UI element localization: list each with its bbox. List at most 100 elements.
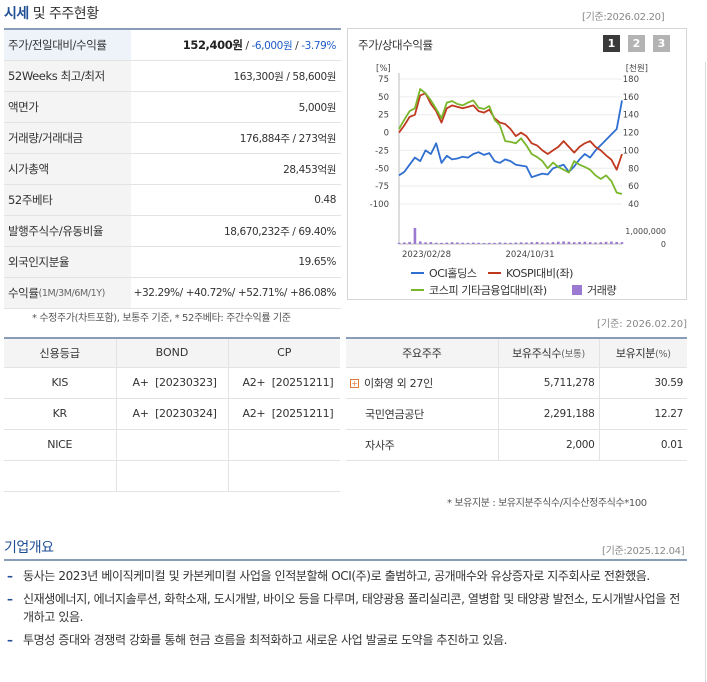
- volume-bar: [572, 242, 576, 244]
- chart-title: 주가/상대수익률: [358, 38, 433, 52]
- right-tick-label: 100: [623, 146, 639, 156]
- summary-row-par-value: 액면가 5,000원: [4, 92, 341, 123]
- credit-agency: KIS: [4, 367, 117, 399]
- summary-row-shares: 발행주식수/유동비율 18,670,232주 / 69.40%: [4, 216, 341, 247]
- volume-bar: [403, 242, 406, 244]
- volume-bar: [583, 241, 587, 244]
- volume-bar: [503, 242, 507, 244]
- summary-label: 시가총액: [4, 154, 131, 184]
- company-overview-list: – 동사는 2023년 베이직케미컬 및 카본케미컬 사업을 인적분할해 OCI(…: [4, 562, 687, 649]
- left-tick-label: -25: [375, 146, 389, 156]
- volume-bar: [535, 241, 539, 244]
- credit-header-agency: 신용등급: [4, 338, 117, 368]
- overview-divider: [4, 559, 687, 561]
- volume-bar: [466, 242, 470, 244]
- chart-date: [기준: 2026.02.20]: [597, 319, 688, 330]
- summary-row-foreign: 외국인지분율 19.65%: [4, 247, 341, 278]
- holder-name[interactable]: + 이화영 외 27인: [346, 367, 499, 399]
- summary-value: 176,884주 / 273억원: [239, 132, 337, 145]
- volume-bar: [556, 241, 560, 244]
- volume-bar: [408, 241, 411, 244]
- bullet-dash-icon: –: [7, 633, 13, 647]
- bond-rating: A+ [20230324]: [116, 398, 229, 430]
- holders-row: 국민연금공단 2,291,188 12.27: [346, 398, 687, 430]
- left-tick-label: -100: [370, 200, 389, 210]
- holder-shares: 2,000: [498, 429, 600, 461]
- summary-value: 28,453억원: [283, 163, 336, 176]
- left-tick-label: -75: [375, 182, 389, 192]
- holder-name: 자사주: [346, 429, 499, 461]
- series-line-1: [398, 92, 623, 171]
- credit-row: KR A+ [20230324] A2+ [20251211]: [4, 398, 340, 430]
- left-tick-label: -50: [375, 164, 389, 174]
- bullet-dash-icon: –: [7, 569, 13, 583]
- volume-tick-label: 0: [661, 240, 666, 249]
- left-axis-unit: [%]: [376, 64, 391, 74]
- holder-shares: 2,291,188: [498, 398, 600, 430]
- volume-bar: [599, 242, 603, 244]
- volume-bar: [461, 242, 465, 244]
- summary-row-52weeks: 52Weeks 최고/최저 163,300원 / 58,600원: [4, 61, 341, 92]
- summary-row-price: 주가/전일대비/수익률 152,400원 / -6,000원 / -3.79%: [4, 30, 341, 61]
- cp-rating: [228, 460, 340, 492]
- summary-label: 액면가: [4, 92, 131, 122]
- left-tick-label: 25: [378, 111, 389, 121]
- summary-label: 발행주식수/유동비율: [4, 216, 131, 246]
- volume-bar: [519, 242, 523, 244]
- return-1m: +32.29%: [133, 287, 180, 299]
- holder-ratio: 30.59: [599, 367, 687, 399]
- chart-page-2-button[interactable]: 2: [628, 35, 645, 52]
- price-chart-panel: 주가/상대수익률 1 2 3 [%] [천원] 75 50 25 0 -25 -50 -75 -1…: [347, 28, 687, 300]
- right-tick-label: 160: [623, 93, 639, 103]
- legend-line-icon: [488, 272, 501, 274]
- volume-bar: [530, 242, 534, 244]
- credit-header-bond: BOND: [116, 338, 229, 368]
- volume-bar: [434, 242, 438, 244]
- volume-bar: [487, 242, 491, 244]
- summary-label: 수익률 (1M/3M/6M/1Y): [4, 278, 131, 308]
- volume-bar: [546, 242, 549, 244]
- holders-header-name: 주요주주: [346, 338, 499, 368]
- volume-bar: [567, 241, 571, 244]
- volume-bar: [509, 242, 512, 244]
- summary-value: 163,300원 / 58,600원: [233, 70, 337, 83]
- summary-label: 주가/전일대비/수익률: [4, 30, 131, 60]
- price-change-rate: -3.79%: [301, 40, 336, 52]
- volume-bar: [418, 241, 422, 244]
- bond-rating: [116, 460, 229, 492]
- x-tick-label: 2024/10/31: [506, 250, 555, 260]
- right-axis-unit: [천원]: [626, 63, 648, 74]
- holder-ratio: 12.27: [599, 398, 687, 430]
- volume-bar: [456, 242, 459, 244]
- summary-value: 18,670,232주 / 69.40%: [223, 225, 336, 238]
- chart-page-3-button[interactable]: 3: [653, 35, 670, 52]
- legend-line-icon: [411, 289, 424, 291]
- volume-bar: [472, 242, 475, 244]
- right-tick-label: 120: [623, 129, 639, 139]
- bond-rating: A+ [20230323]: [116, 367, 229, 399]
- volume-bar: [445, 242, 449, 244]
- volume-bar: [498, 242, 502, 244]
- x-tick-label: 2023/02/28: [402, 250, 451, 260]
- left-tick-label: 50: [378, 93, 389, 103]
- summary-row-returns: 수익률 (1M/3M/6M/1Y) +32.29%/ +40.72%/ +52.7…: [4, 278, 341, 309]
- summary-label: 52주베타: [4, 185, 131, 215]
- cp-rating: A2+ [20251211]: [228, 367, 340, 399]
- expand-plus-icon[interactable]: +: [350, 379, 359, 388]
- right-border-rule: [705, 62, 706, 682]
- legend-item-oci: OCI홀딩스: [411, 265, 477, 281]
- market-date: [기준:2026.02.20]: [582, 12, 665, 23]
- summary-value: 19.65%: [298, 256, 336, 268]
- chart-page-1-button[interactable]: 1: [603, 35, 620, 52]
- holder-shares: 5,711,278: [498, 367, 600, 399]
- volume-bar: [514, 242, 518, 244]
- return-1y: +86.08%: [289, 287, 336, 299]
- overview-item: – 투명성 증대와 경쟁력 강화를 통해 현금 흐름을 최적화하고 새로운 사업 …: [7, 633, 508, 647]
- credit-agency: [4, 460, 117, 492]
- section-title-overview: 기업개요: [4, 540, 54, 556]
- volume-bar: [424, 242, 427, 244]
- holder-name: 국민연금공단: [346, 398, 499, 430]
- legend-item-kospi: KOSPI대비(좌): [488, 265, 573, 281]
- volume-bar: [588, 242, 592, 244]
- price-summary-table: 주가/전일대비/수익률 152,400원 / -6,000원 / -3.79% …: [4, 28, 341, 309]
